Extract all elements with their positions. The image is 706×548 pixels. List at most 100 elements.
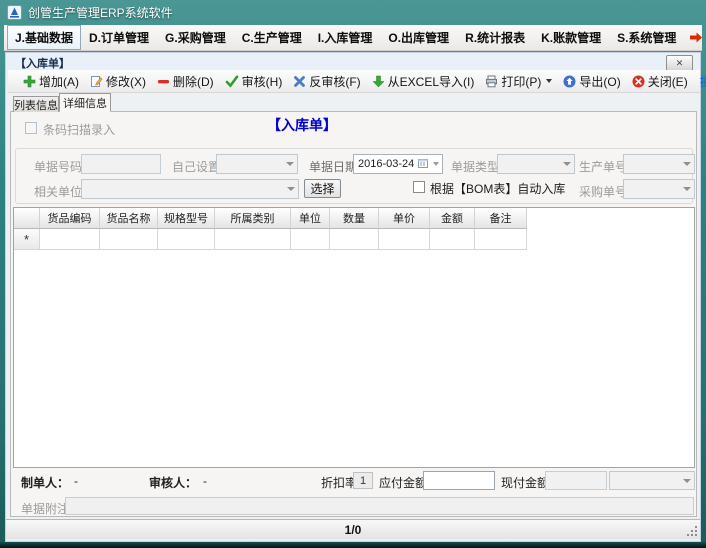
chevron-down-icon — [559, 162, 574, 166]
print-dropdown-caret-icon[interactable] — [546, 79, 552, 83]
window-title: 创管生产管理ERP系统软件 — [28, 4, 173, 21]
page-indicator: 1/0 — [345, 523, 362, 537]
menu-item-reports[interactable]: R.统计报表 — [457, 25, 533, 50]
col-category[interactable]: 所属类别 — [215, 208, 291, 229]
delete-button-label: 删除(D) — [173, 73, 214, 90]
paid-label: 现付金额 — [501, 474, 549, 491]
tab-list-info[interactable]: 列表信息 — [13, 96, 59, 112]
menu-item-system[interactable]: S.系统管理 — [609, 25, 684, 50]
green-down-arrow-icon — [372, 75, 385, 88]
bom-auto-label: 根据【BOM表】自动入库 — [430, 180, 565, 197]
menubar: J.基础数据 D.订单管理 G.采购管理 C.生产管理 I.入库管理 O.出库管… — [4, 25, 702, 51]
related-unit-combobox[interactable] — [81, 179, 299, 199]
toolbar: 增加(A) 修改(X) 删除(D) 审核(H) 反审核(F) 从EXCEL导入(… — [8, 70, 700, 93]
red-close-icon — [632, 75, 645, 88]
grid-cell[interactable] — [430, 229, 475, 250]
excel-import-button[interactable]: 从EXCEL导入(I) — [369, 71, 478, 92]
col-unit-price[interactable]: 单价 — [379, 208, 430, 229]
col-quantity[interactable]: 数量 — [330, 208, 379, 229]
auditor-label: 审核人： — [149, 474, 197, 491]
doc-note-label: 单据附注 — [21, 500, 69, 517]
auditor-value: - — [203, 474, 207, 488]
new-row-marker: * — [14, 229, 40, 250]
col-item-name[interactable]: 货品名称 — [100, 208, 158, 229]
app-window: 创管生产管理ERP系统软件 J.基础数据 D.订单管理 G.采购管理 C.生产管… — [0, 0, 706, 548]
doc-note-input[interactable] — [65, 497, 694, 515]
grid-cell[interactable] — [291, 229, 330, 250]
select-button[interactable]: 选择 — [304, 179, 341, 198]
tab-detail-info[interactable]: 详细信息 — [59, 93, 111, 112]
menu-item-accounts[interactable]: K.账款管理 — [533, 25, 609, 50]
col-amount[interactable]: 金额 — [430, 208, 475, 229]
edit-button-label: 修改(X) — [106, 73, 146, 90]
col-remark[interactable]: 备注 — [475, 208, 527, 229]
menu-item-outbound[interactable]: O.出库管理 — [380, 25, 457, 50]
blue-up-arrow-icon — [563, 75, 576, 88]
grid-row-selector-header — [14, 208, 40, 229]
plus-icon — [23, 75, 36, 88]
items-grid[interactable]: 货品编码 货品名称 规格型号 所属类别 单位 数量 单价 金额 备注 * — [13, 207, 695, 468]
child-close-button[interactable]: ✕ — [666, 55, 693, 71]
grid-cell[interactable] — [158, 229, 215, 250]
print-button-label: 打印(P) — [501, 73, 541, 90]
col-spec-model[interactable]: 规格型号 — [158, 208, 215, 229]
printer-icon — [485, 75, 498, 88]
menu-item-production[interactable]: C.生产管理 — [234, 25, 310, 50]
close-button-label: 关闭(E) — [648, 73, 688, 90]
barcode-scan-checkbox[interactable] — [25, 122, 37, 134]
doc-type-combobox[interactable] — [497, 154, 575, 174]
menu-item-basic-data[interactable]: J.基础数据 — [7, 25, 81, 50]
grid-cell[interactable] — [475, 229, 527, 250]
col-unit[interactable]: 单位 — [291, 208, 330, 229]
chevron-down-icon — [679, 479, 694, 483]
discount-input[interactable]: 1 — [353, 472, 373, 489]
add-button[interactable]: 增加(A) — [20, 71, 82, 92]
maker-label: 制单人： — [21, 474, 69, 491]
grid-header-row: 货品编码 货品名称 规格型号 所属类别 单位 数量 单价 金额 备注 — [14, 208, 694, 229]
doc-date-picker[interactable]: 2016-03-24 — [353, 154, 443, 174]
grid-cell[interactable] — [40, 229, 100, 250]
close-button[interactable]: 关闭(E) — [629, 71, 691, 92]
grid-cell[interactable] — [100, 229, 158, 250]
grid-cell[interactable] — [379, 229, 430, 250]
grid-new-row[interactable]: * — [14, 229, 694, 250]
audit-button[interactable]: 审核(H) — [222, 71, 286, 92]
resize-grip[interactable] — [687, 526, 698, 537]
check-icon — [225, 75, 239, 88]
menu-item-orders[interactable]: D.订单管理 — [81, 25, 157, 50]
doc-no-label: 单据号码 — [34, 158, 82, 175]
inbound-order-window: 【入库单】 ✕ 增加(A) 修改(X) 删除(D) 审核(H) — [5, 52, 701, 542]
excel-import-button-label: 从EXCEL导入(I) — [388, 73, 475, 90]
prod-no-label: 生产单号 — [579, 158, 627, 175]
unaudit-button[interactable]: 反审核(F) — [290, 71, 363, 92]
doc-no-input[interactable] — [81, 154, 161, 174]
self-set-combobox[interactable] — [216, 154, 298, 174]
pay-account-combobox[interactable] — [609, 471, 695, 490]
calendar-icon — [418, 155, 428, 173]
chevron-down-icon — [282, 162, 297, 166]
menu-item-inbound[interactable]: I.入库管理 — [310, 25, 381, 50]
delete-button[interactable]: 删除(D) — [154, 71, 217, 92]
grid-cell[interactable] — [330, 229, 379, 250]
titlebar: 创管生产管理ERP系统软件 — [0, 0, 706, 24]
related-unit-label: 相关单位 — [34, 183, 82, 200]
payable-input[interactable] — [423, 471, 495, 490]
paid-input[interactable] — [545, 471, 607, 490]
purchase-no-combobox[interactable] — [623, 179, 695, 199]
prod-no-combobox[interactable] — [623, 154, 695, 174]
chevron-down-icon — [679, 162, 694, 166]
grid-cell[interactable] — [215, 229, 291, 250]
chevron-down-icon — [430, 162, 442, 166]
print-button[interactable]: 打印(P) — [482, 71, 555, 92]
red-arrow-icon — [689, 31, 702, 44]
edit-button[interactable]: 修改(X) — [87, 71, 149, 92]
child-window-title: 【入库单】 — [15, 55, 70, 71]
bom-auto-checkbox[interactable] — [413, 181, 425, 193]
barcode-scan-label: 条码扫描录入 — [43, 121, 115, 138]
add-button-label: 增加(A) — [39, 73, 79, 90]
form-title: 【入库单】 — [267, 115, 337, 135]
col-item-code[interactable]: 货品编码 — [40, 208, 100, 229]
menu-item-purchasing[interactable]: G.采购管理 — [157, 25, 234, 50]
export-button[interactable]: 导出(O) — [560, 71, 623, 92]
help-tutorial-link[interactable]: 操作教程 — [700, 73, 706, 90]
